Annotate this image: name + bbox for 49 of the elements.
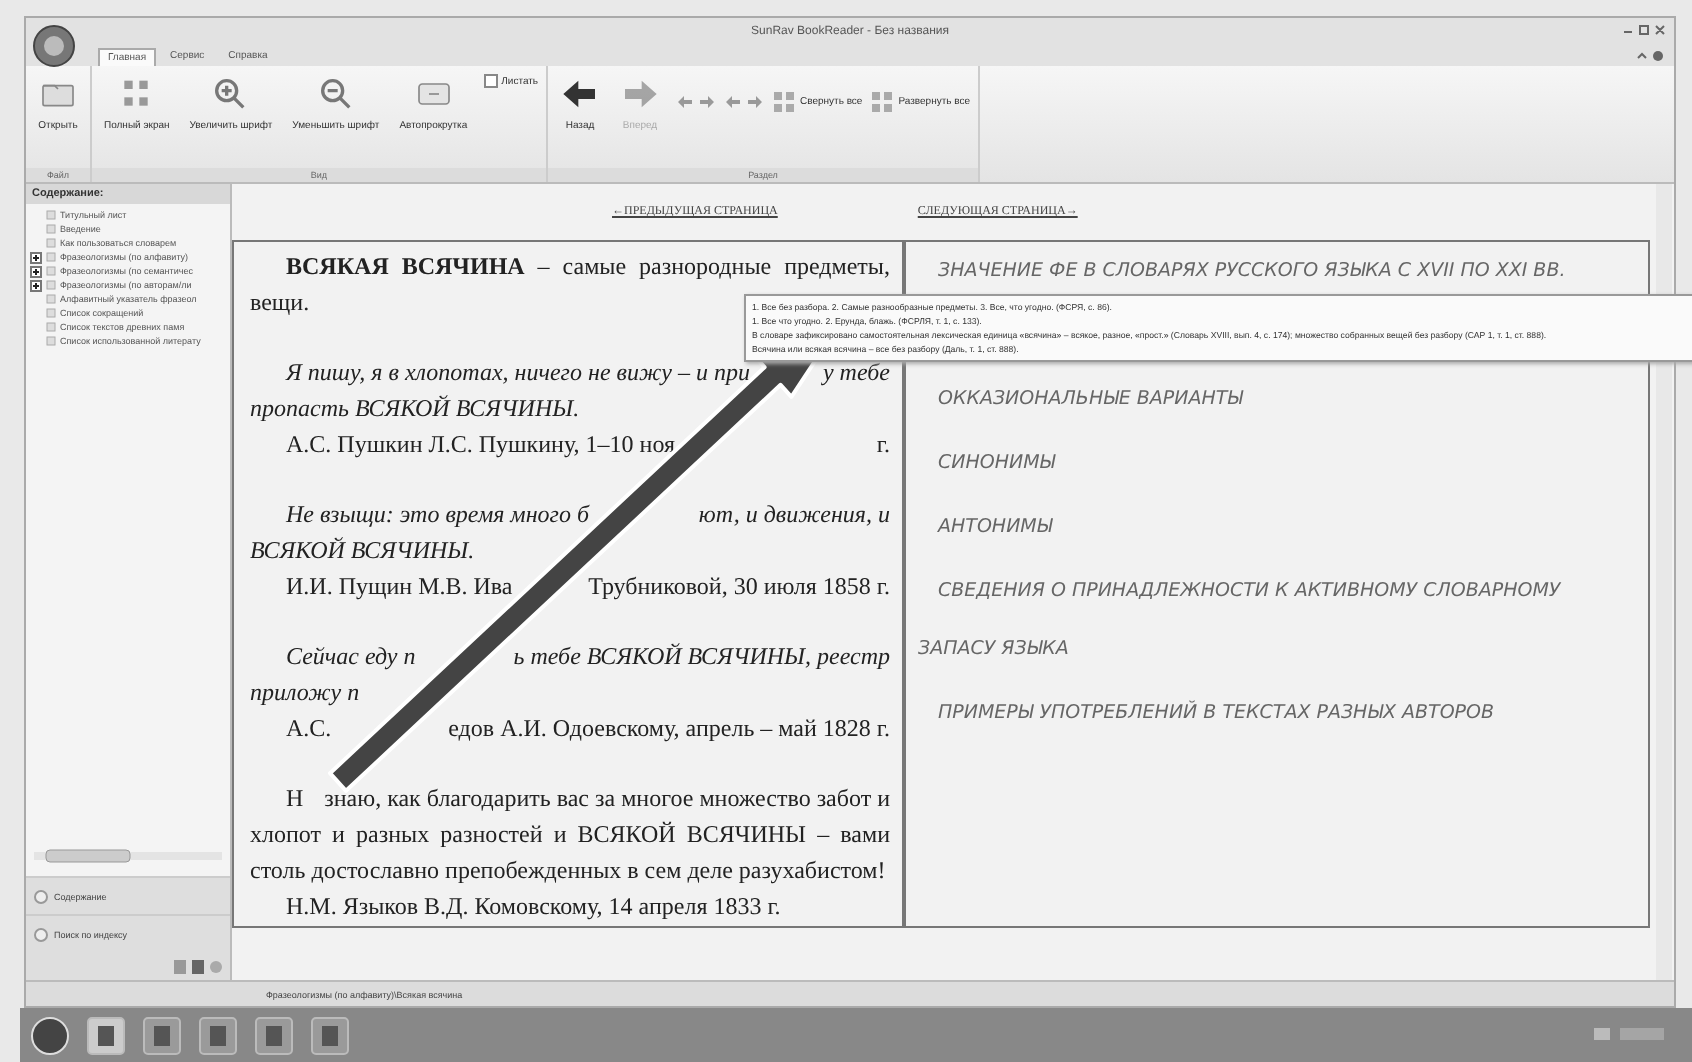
zoom-out-icon	[315, 74, 356, 114]
left-arrow-icon[interactable]	[724, 96, 741, 108]
toolbar-icons-drawing[interactable]	[174, 959, 222, 973]
section-link[interactable]: ЗНАЧЕНИЕ ФЕ В СЛОВАРЯХ РУССКОГО ЯЗЫКА С XVII ПО XXI ВВ.	[918, 242, 1640, 300]
text-fragment: А.С. Пушкин Л.С. Пушкину, 1–10 ноя	[286, 430, 675, 458]
section-link[interactable]: ПРИМЕРЫ УПОТРЕБЛЕНИЙ В ТЕКСТАХ РАЗНЫХ АВТОРОВ	[918, 684, 1640, 742]
text-line: ВСЯКАЯ ВСЯЧИНА – самые разнородные предметы,	[286, 250, 890, 284]
left-arrow-icon[interactable]	[676, 96, 693, 108]
text-fragment: А.С.	[286, 714, 332, 742]
expand-icon[interactable]	[30, 265, 42, 277]
text-fragment: Не взыщи: это время много б	[286, 500, 590, 528]
start-icon[interactable]	[28, 1013, 72, 1057]
text-line: ВСЯКОЙ ВСЯЧИНЫ.	[250, 534, 475, 568]
section-link[interactable]: АНТОНИМЫ	[918, 498, 1640, 556]
section-link[interactable]: СВЕДЕНИЯ О ПРИНАДЛЕЖНОСТИ К АКТИВНОМУ СЛОВАРНОМУ ЗАПАСУ ЯЗЫКА	[918, 562, 1640, 678]
right-arrow-icon[interactable]	[700, 96, 717, 108]
text-line: хлопот и разных разностей и ВСЯКОЙ ВСЯЧИНЫ – вами	[250, 818, 890, 852]
window-controls-icon[interactable]	[1622, 24, 1666, 38]
text-fragment: И.И. Пущин М.В. Ива	[286, 572, 513, 600]
text-fragment: у тебе	[822, 356, 890, 390]
grid-icon	[772, 90, 797, 114]
app-icon[interactable]	[140, 1013, 184, 1057]
help-icon[interactable]	[1634, 50, 1666, 62]
grid-icon	[870, 90, 895, 114]
text-fragment: Сейчас еду п	[286, 642, 416, 670]
text-line: приложу п	[250, 676, 360, 710]
text-fragment: ь тебе ВСЯКОЙ ВСЯЧИНЫ, реестр	[513, 640, 890, 674]
expand-icon[interactable]	[30, 251, 42, 263]
scrollbar[interactable]	[34, 848, 222, 864]
scrollbar[interactable]	[1656, 184, 1672, 980]
app-icon[interactable]	[308, 1013, 352, 1057]
right-arrow-icon[interactable]	[748, 96, 765, 108]
text-fragment: ют, и движения, и	[698, 498, 890, 532]
text-fragment: Трубниковой, 30 июля 1858 г.	[588, 570, 890, 604]
expand-icon[interactable]	[30, 279, 42, 291]
text-fragment: г.	[876, 428, 890, 462]
text-line: пропасть ВСЯКОЙ ВСЯЧИНЫ.	[250, 392, 580, 426]
text-fragment: едов А.И. Одоевскому, апрель – май 1828 г.	[448, 712, 890, 746]
text-line: вещи.	[250, 286, 310, 320]
app-icon[interactable]	[252, 1013, 296, 1057]
text-fragment: Н	[286, 784, 304, 812]
app-icon[interactable]	[84, 1013, 128, 1057]
text-fragment: Я пишу, я в хлопотах, ничего не вижу – и при	[286, 358, 750, 386]
app-icon[interactable]	[196, 1013, 240, 1057]
text-line: Н.М. Языков В.Д. Комовскому, 14 апреля 1833 г.	[286, 890, 781, 924]
text-fragment: знаю, как благодарить вас за многое множество забот и	[324, 782, 890, 816]
section-link[interactable]: СИНОНИМЫ	[918, 434, 1640, 492]
section-link[interactable]: ОККАЗИОНАЛЬНЫЕ ВАРИАНТЫ	[918, 370, 1640, 428]
text-line: столь достославно препобежденных в сем деле разухабистом!	[250, 854, 886, 888]
